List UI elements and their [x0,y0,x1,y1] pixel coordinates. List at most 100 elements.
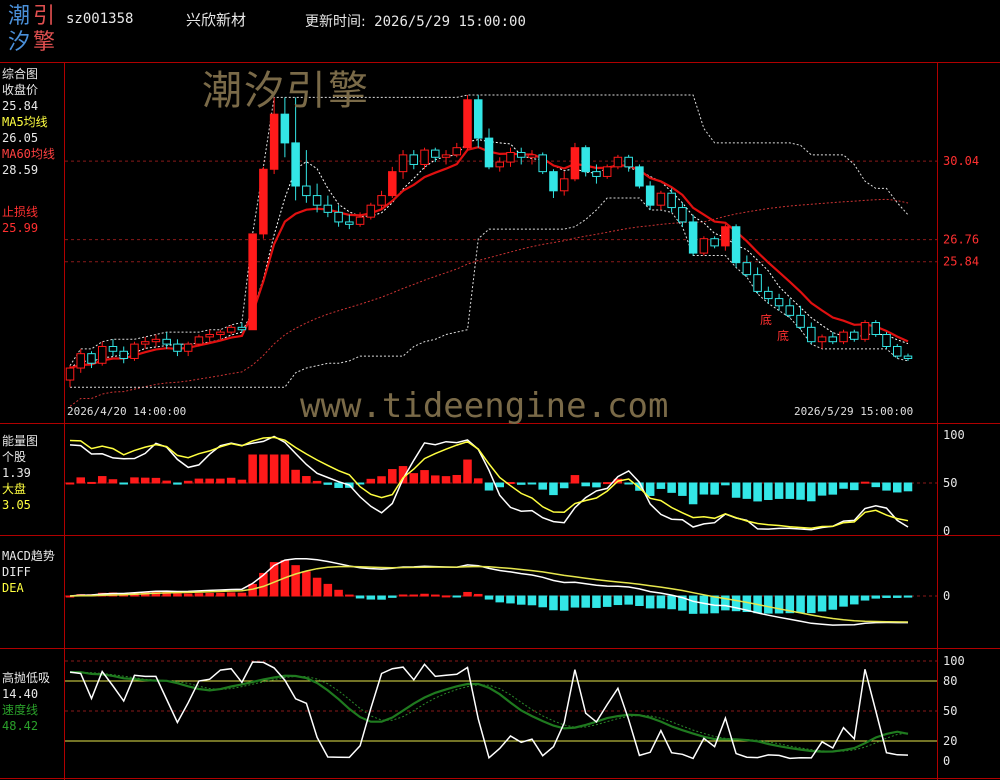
macd-bar [463,591,472,597]
macd-dea-label: DEA [2,581,24,595]
candle-body [645,185,655,206]
candle-body [774,298,784,307]
candle-body [892,345,902,357]
energy-bar [764,482,773,501]
candle-body [678,207,687,223]
date-end: 2026/5/29 15:00:00 [794,405,914,418]
energy-market-value: 3.05 [2,498,31,512]
osc-axis-label: 100 [943,654,965,668]
candle-body [420,149,429,165]
energy-bar [65,482,75,485]
candle-body [334,211,343,223]
candle-body [699,238,709,254]
energy-bar [527,482,537,485]
osc-speed-line [69,671,909,753]
macd-bar [581,595,590,608]
candle-body [345,221,354,225]
energy-bar [484,482,494,491]
candle-body [753,274,762,292]
energy-bar [280,454,290,484]
osc-axis-label: 80 [943,674,957,688]
candle-body [602,166,612,177]
candle-body [398,154,408,173]
energy-bar [130,477,139,484]
candle-body [903,355,913,359]
ma60-value: 28.59 [2,163,39,177]
candle-body [355,216,365,225]
macd-diff-label: DIFF [2,565,31,579]
macd-bar [377,595,386,600]
candle-body [323,204,333,213]
main-title: 综合图 [2,67,39,81]
candle-body [140,341,150,345]
candle-body [559,178,569,192]
energy-bar [259,454,268,484]
energy-bar [645,482,655,496]
macd-bar [388,595,397,598]
candle-body [764,290,773,300]
energy-bar [817,482,827,496]
candle-body [97,345,107,364]
update-time: 更新时间: 2026/5/29 15:00:00 [305,11,526,31]
energy-bar [581,482,590,487]
energy-bar [248,454,257,484]
macd-bar [592,595,601,608]
candle-body [592,171,601,177]
macd-bar [334,589,343,597]
candle-body [570,147,580,180]
price-axis-label: 30.04 [943,154,979,168]
energy-bar [807,482,816,502]
energy-bar [334,482,343,488]
watermark-url: www.tideengine.com [300,386,669,426]
energy-bar [592,482,601,488]
macd-bar [291,565,300,597]
energy-bar [312,480,322,484]
macd-bar [764,595,773,614]
update-time-label: 更新时间: [305,14,366,30]
candle-body [388,171,397,197]
price-axis-label: 26.76 [943,233,979,247]
energy-bar [183,480,193,484]
energy-bar [688,482,698,505]
energy-stock-value: 1.39 [2,466,31,480]
stop-value: 25.99 [2,221,39,235]
candle-body [377,195,386,206]
osc-axis-label: 50 [943,704,957,718]
candle-body [484,137,494,168]
candle-body [882,334,891,347]
energy-bar [559,482,569,489]
candle-body [817,336,827,343]
macd-bar [355,595,365,599]
macd-bar [516,595,526,605]
candle-body [473,99,483,139]
macd-bar [850,595,859,605]
logo-char: 擎 [33,30,56,55]
energy-bar [871,482,881,488]
energy-bar [860,481,870,484]
energy-bar [796,482,805,500]
macd-bar [366,595,376,600]
energy-bar [420,470,429,484]
osc-value: 14.40 [2,687,39,701]
macd-bar [302,571,311,597]
ma5-label: MA5均线 [2,115,48,129]
macd-bar [624,595,633,605]
energy-bar [97,476,107,484]
candle-body [366,204,376,218]
osc-value-line [69,661,909,760]
candle-body [839,331,848,343]
macd-bar [796,595,805,613]
candle-body [130,343,139,359]
energy-bar [441,476,451,484]
energy-bar [269,454,279,484]
macd-bar [774,595,784,614]
energy-panel [65,435,937,531]
macd-bar [173,593,182,597]
energy-bar [291,469,300,484]
macd-bar [903,595,913,598]
ma5-value: 26.05 [2,131,39,145]
candle-body [506,151,515,163]
candle-body [581,147,590,173]
energy-bar [463,459,472,484]
stock-name: 兴欣新材 [186,11,247,29]
